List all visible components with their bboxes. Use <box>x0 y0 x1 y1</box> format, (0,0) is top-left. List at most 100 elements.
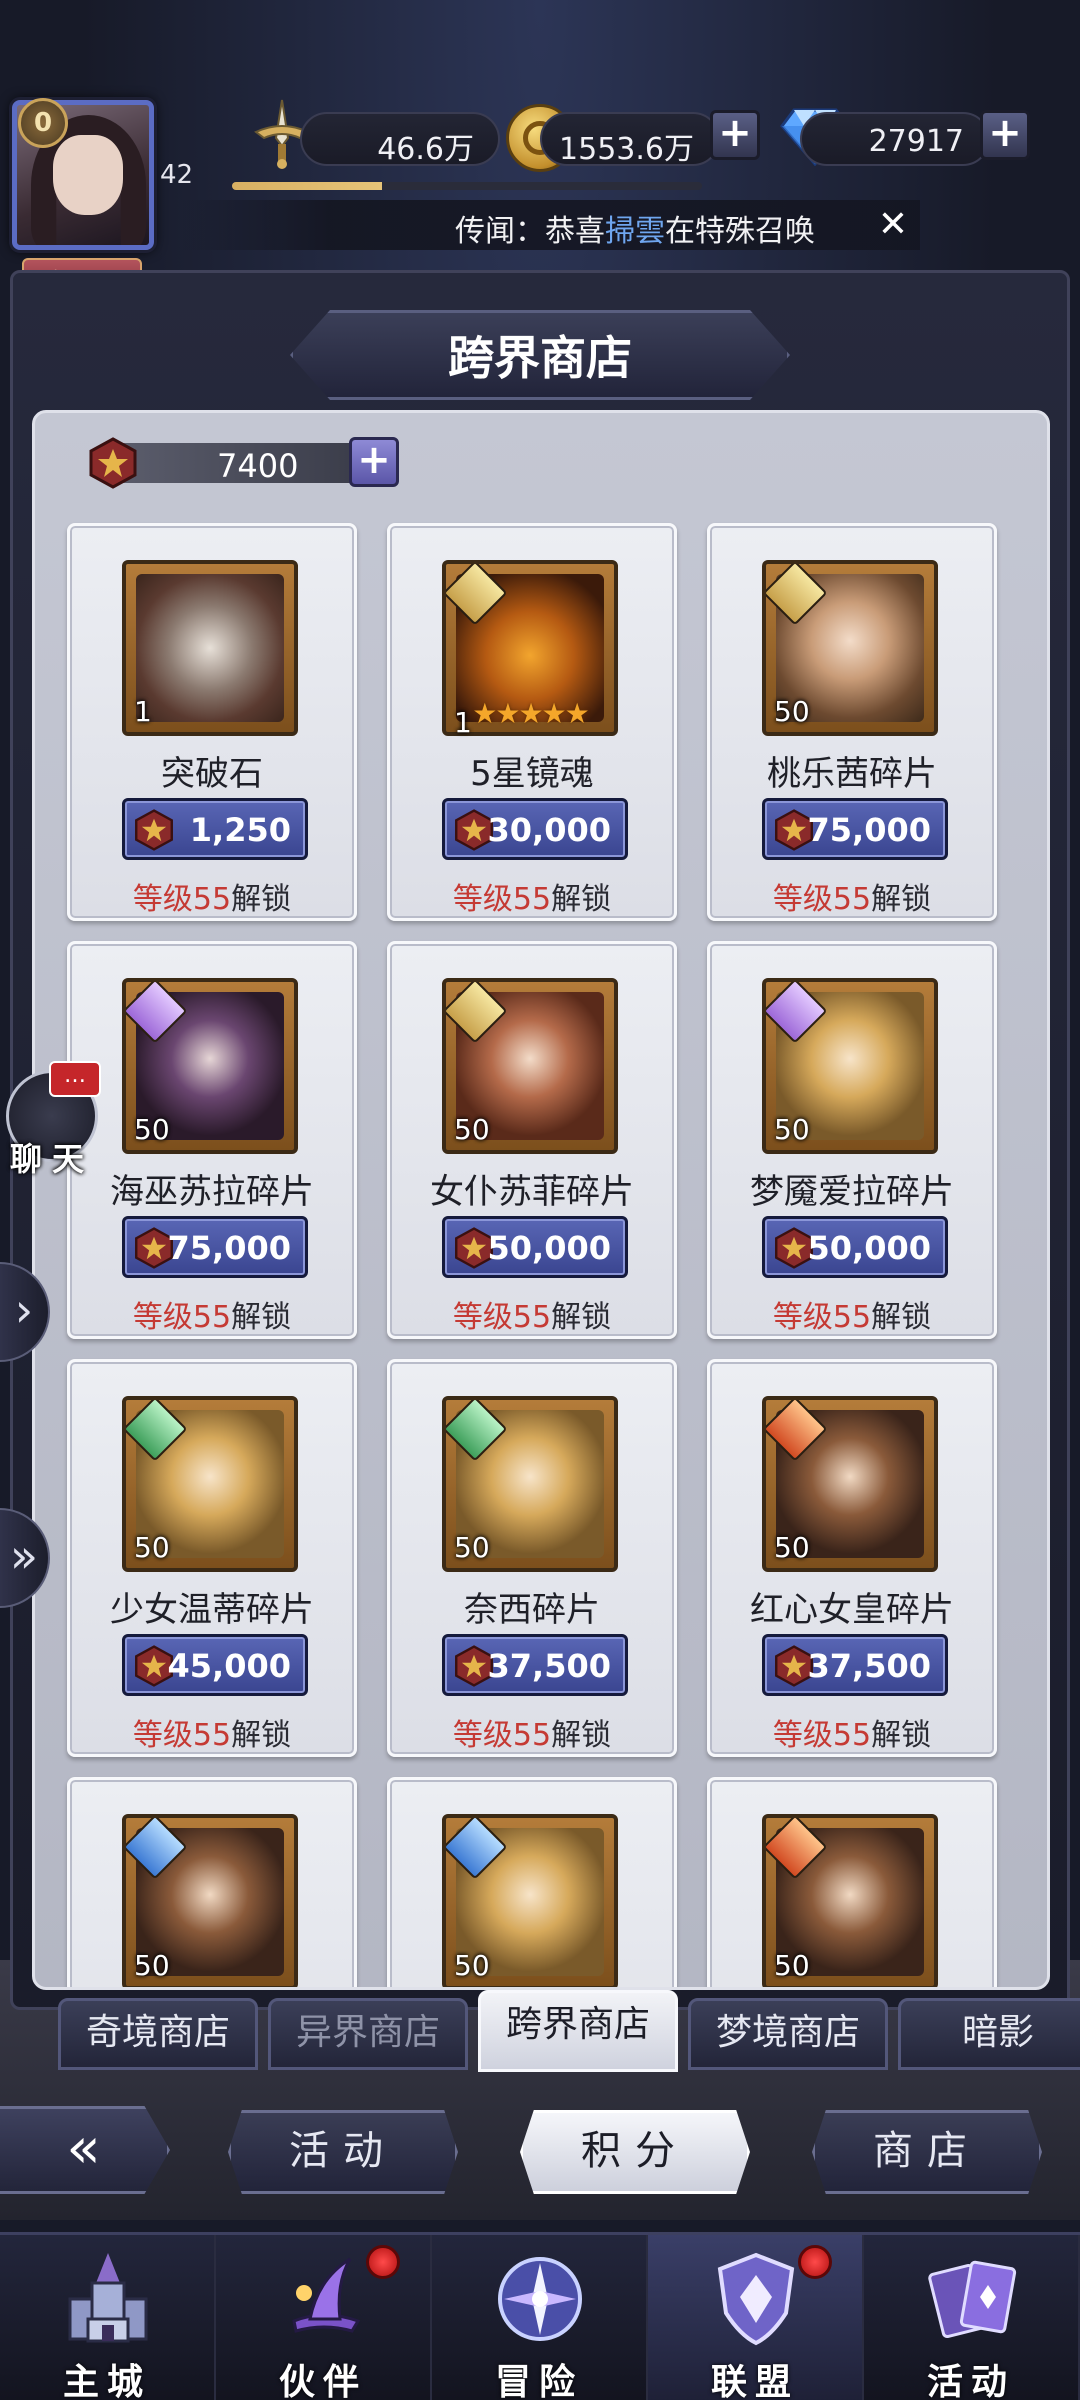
buy-button[interactable]: 75,000 <box>122 1216 308 1278</box>
item-name: 少女温蒂碎片 <box>110 1590 314 1630</box>
close-icon[interactable]: ✕ <box>878 204 908 245</box>
buy-button[interactable]: 50,000 <box>442 1216 628 1278</box>
shop-tab[interactable]: 异界商店 <box>268 1998 468 2070</box>
announcement-suffix: 在特殊召唤 <box>665 214 815 249</box>
item-count: 50 <box>774 1113 810 1146</box>
shop-tab[interactable]: 梦境商店 <box>688 1998 888 2070</box>
item-price: 50,000 <box>487 1229 611 1267</box>
unlock-requirement: 等级55解锁 <box>390 874 674 918</box>
item-name: 梦魇爱拉碎片 <box>750 1172 954 1212</box>
item-name: 奈西碎片 <box>464 1590 600 1630</box>
shop-item-card[interactable]: 50 <box>707 1777 997 1987</box>
sub-nav-button[interactable]: 商店 <box>812 2110 1042 2194</box>
buy-button[interactable]: 45,000 <box>122 1634 308 1696</box>
add-shop-currency-button[interactable]: + <box>349 437 399 487</box>
shop-item-card[interactable]: 50 <box>387 1777 677 1987</box>
item-art <box>136 574 284 722</box>
shop-item-card[interactable]: 50 海巫苏拉碎片 75,000 等级55解锁 <box>67 941 357 1339</box>
unlock-prefix: 等级 <box>452 1718 513 1753</box>
unlock-suffix: 解锁 <box>231 1718 292 1753</box>
unlock-level: 55 <box>832 1718 872 1753</box>
item-count: 50 <box>774 695 810 728</box>
item-price: 37,500 <box>807 1647 931 1685</box>
item-name: 海巫苏拉碎片 <box>110 1172 314 1212</box>
unlock-suffix: 解锁 <box>871 1300 932 1335</box>
sub-nav: « 活动 积分 商店 <box>0 2100 1080 2200</box>
shop-item-card[interactable]: 50 红心女皇碎片 37,500 等级55解锁 <box>707 1359 997 1757</box>
notification-dot <box>366 2245 400 2279</box>
shop-tab[interactable]: 奇境商店 <box>58 1998 258 2070</box>
unlock-level: 55 <box>512 882 552 917</box>
announcement-player-name: 掃雲 <box>605 214 665 249</box>
cards-icon <box>922 2249 1022 2349</box>
item-name: 5星镜魂 <box>470 754 594 794</box>
shop-item-card[interactable]: ★★★★★ 1 5星镜魂 30,000 等级55解锁 <box>387 523 677 921</box>
gem-display: 27917 <box>800 112 990 166</box>
buy-button[interactable]: 37,500 <box>442 1634 628 1696</box>
unlock-requirement: 等级55解锁 <box>710 1710 994 1754</box>
nav-tab-label: 主城 <box>62 2361 151 2400</box>
item-count: 50 <box>454 1531 490 1564</box>
add-gold-button[interactable]: + <box>710 110 760 160</box>
item-price: 50,000 <box>807 1229 931 1267</box>
shop-currency: 7400 + <box>87 437 399 489</box>
nav-tab[interactable]: 联盟 <box>648 2235 864 2400</box>
unlock-level: 55 <box>512 1718 552 1753</box>
shop-item-card[interactable]: 1 突破石 1,250 等级55解锁 <box>67 523 357 921</box>
sub-nav-button[interactable]: 积分 <box>520 2110 750 2194</box>
item-count: 50 <box>454 1949 490 1982</box>
item-icon-frame: 50 <box>442 1396 618 1572</box>
unlock-prefix: 等级 <box>132 1300 193 1335</box>
nav-tab[interactable]: 主城 <box>0 2235 216 2400</box>
unlock-prefix: 等级 <box>132 882 193 917</box>
unlock-requirement: 等级55解锁 <box>70 874 354 918</box>
item-icon-frame: 1 <box>122 560 298 736</box>
shop-item-card[interactable]: 50 女仆苏菲碎片 50,000 等级55解锁 <box>387 941 677 1339</box>
item-name: 桃乐茜碎片 <box>767 754 937 794</box>
unlock-prefix: 等级 <box>772 1300 833 1335</box>
avatar-face <box>53 135 123 215</box>
vip-badge[interactable]: 0 <box>18 98 68 148</box>
item-icon-frame: 50 <box>762 1814 938 1987</box>
buy-button[interactable]: 1,250 <box>122 798 308 860</box>
shop-tab[interactable]: 跨界商店 <box>478 1990 678 2072</box>
buy-button[interactable]: 30,000 <box>442 798 628 860</box>
unlock-level: 55 <box>192 1718 232 1753</box>
shop-item-card[interactable]: 50 梦魇爱拉碎片 50,000 等级55解锁 <box>707 941 997 1339</box>
shop-item-card[interactable]: 50 少女温蒂碎片 45,000 等级55解锁 <box>67 1359 357 1757</box>
item-name: 女仆苏菲碎片 <box>430 1172 634 1212</box>
witch-hat-icon <box>274 2249 374 2349</box>
nav-tab[interactable]: 伙伴 <box>216 2235 432 2400</box>
add-gem-button[interactable]: + <box>980 110 1030 160</box>
item-icon-frame: 50 <box>762 1396 938 1572</box>
nav-tab[interactable]: 冒险 <box>432 2235 648 2400</box>
unlock-suffix: 解锁 <box>871 882 932 917</box>
unlock-level: 55 <box>192 882 232 917</box>
buy-button[interactable]: 50,000 <box>762 1216 948 1278</box>
shop-tabs: 奇境商店 异界商店 跨界商店 梦境商店 暗影 <box>50 1990 1080 2080</box>
back-button[interactable]: « <box>0 2106 170 2194</box>
exp-bar <box>232 182 702 190</box>
shop-item-card[interactable]: 50 桃乐茜碎片 75,000 等级55解锁 <box>707 523 997 921</box>
gem-value: 27917 <box>868 124 964 159</box>
item-price: 1,250 <box>189 811 291 849</box>
item-price: 37,500 <box>487 1647 611 1685</box>
unlock-suffix: 解锁 <box>551 1718 612 1753</box>
shop-item-card[interactable]: 50 奈西碎片 37,500 等级55解锁 <box>387 1359 677 1757</box>
sub-nav-button[interactable]: 活动 <box>228 2110 458 2194</box>
buy-button[interactable]: 75,000 <box>762 798 948 860</box>
chat-label[interactable]: 聊天 <box>10 1134 94 1180</box>
item-icon-frame: 50 <box>122 978 298 1154</box>
unlock-prefix: 等级 <box>772 1718 833 1753</box>
unlock-requirement: 等级55解锁 <box>70 1292 354 1336</box>
unlock-level: 55 <box>832 882 872 917</box>
item-icon-frame: 50 <box>122 1814 298 1987</box>
combat-power-display: 46.6万 <box>300 112 500 167</box>
item-icon-frame: 50 <box>762 560 938 736</box>
nav-tab[interactable]: 活动 <box>864 2235 1080 2400</box>
nav-tab-label: 联盟 <box>710 2361 799 2400</box>
buy-button[interactable]: 37,500 <box>762 1634 948 1696</box>
shop-tab[interactable]: 暗影 <box>898 1998 1080 2070</box>
item-count: 50 <box>774 1531 810 1564</box>
shop-item-card[interactable]: 50 <box>67 1777 357 1987</box>
